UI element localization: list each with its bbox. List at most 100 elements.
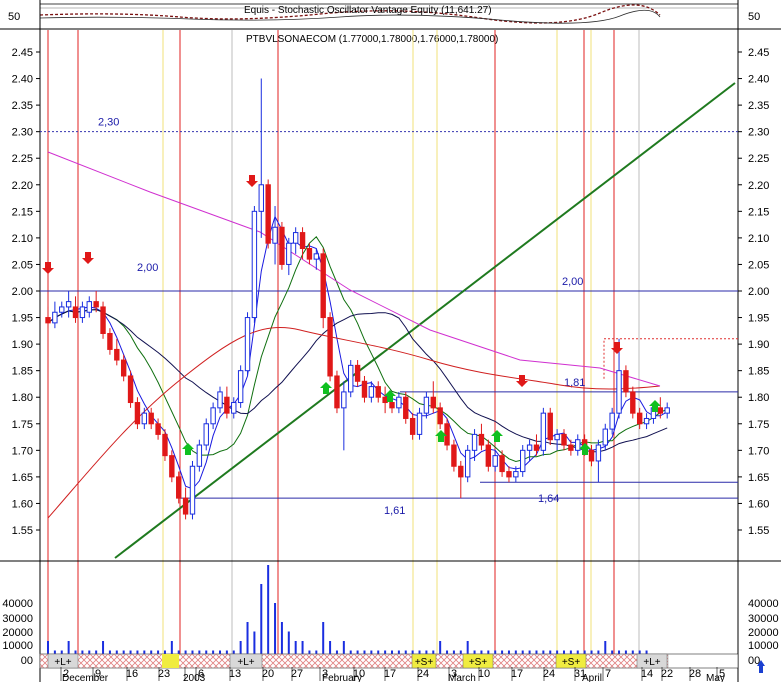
day-tick-label: 24: [417, 668, 429, 680]
volume-tick-label: 40000: [2, 598, 33, 610]
day-tick-label: 16: [126, 668, 138, 680]
price-tick-label: 2.15: [748, 206, 769, 218]
volume-tick-label: 30000: [748, 613, 779, 625]
day-tick-label: 22: [661, 668, 673, 680]
signal-label: +L+: [643, 657, 660, 668]
candle-body: [100, 306, 106, 334]
candle-body: [451, 444, 457, 467]
candle-body: [210, 407, 216, 425]
candle-body: [588, 449, 595, 462]
candle-body: [609, 412, 615, 430]
candle-body: [368, 386, 375, 398]
price-tick-label: 1.85: [748, 366, 769, 378]
month-label: April: [582, 673, 602, 682]
volume-tick-label: 30000: [2, 613, 33, 625]
candle-body: [65, 301, 72, 308]
price-tick-label: 1.75: [748, 419, 769, 431]
day-tick-label: 27: [291, 668, 303, 680]
price-tick-label: 1.75: [12, 419, 33, 431]
candle-body: [595, 444, 602, 462]
candle-body: [354, 364, 361, 382]
candle-body: [382, 396, 388, 404]
candle-body: [547, 412, 553, 441]
candle-body: [320, 253, 326, 319]
price-tick-label: 2.30: [12, 127, 33, 139]
day-tick-label: 17: [384, 668, 396, 680]
price-tick-label: 2.35: [748, 100, 769, 112]
volume-bar: [260, 584, 263, 660]
price-tick-label: 1.65: [12, 472, 33, 484]
level-label: 1,61: [384, 505, 405, 517]
candle-body: [258, 184, 264, 212]
month-label: March: [448, 673, 476, 682]
level-label: 1,64: [538, 493, 559, 505]
security-title: PTBVLSONAECOM (1.77000,1.78000,1.76000,1…: [246, 34, 498, 45]
candle-body: [636, 412, 643, 425]
candle-body: [155, 423, 161, 435]
price-tick-label: 2.35: [12, 100, 33, 112]
candle-body: [59, 306, 65, 313]
volume-tick-label: 00: [21, 655, 33, 667]
candle-body: [162, 433, 168, 457]
candle-body: [643, 417, 650, 425]
day-tick-label: 24: [543, 668, 555, 680]
candle-body: [554, 433, 560, 441]
candle-body: [93, 301, 99, 308]
candle-body: [499, 455, 505, 473]
candle-body: [251, 210, 258, 319]
day-tick-label: 14: [641, 668, 653, 680]
price-tick-label: 2.15: [12, 206, 33, 218]
price-tick-label: 1.95: [748, 313, 769, 325]
candle-body: [437, 407, 443, 425]
candle-body: [134, 402, 141, 425]
price-tick-label: 1.65: [748, 472, 769, 484]
volume-tick-label: 20000: [748, 627, 779, 639]
volume-tick-label: 40000: [748, 598, 779, 610]
candle-body: [444, 423, 450, 446]
candle-body: [279, 226, 285, 265]
candle-body: [623, 370, 629, 393]
candle-body: [602, 428, 608, 446]
day-tick-label: 10: [478, 668, 490, 680]
candle-body: [169, 455, 175, 478]
level-label: 2,00: [137, 262, 158, 274]
candle-body: [148, 412, 154, 425]
candle-body: [403, 396, 409, 419]
price-tick-label: 2.05: [12, 259, 33, 271]
price-tick-label: 2.00: [748, 286, 769, 298]
price-tick-label: 2.25: [12, 153, 33, 165]
candle-body: [341, 391, 347, 409]
candle-body: [464, 449, 471, 478]
price-tick-label: 2.10: [12, 233, 33, 245]
month-label: 2003: [183, 673, 206, 682]
candle-body: [506, 471, 512, 478]
candle-body: [292, 232, 299, 244]
candle-body: [533, 444, 540, 451]
candle-body: [203, 423, 209, 446]
candle-body: [485, 444, 492, 467]
level-label: 2,00: [562, 276, 583, 288]
day-tick-label: 23: [158, 668, 170, 680]
price-tick-label: 1.60: [12, 498, 33, 510]
stoch-value-left: 50: [8, 11, 20, 23]
candle-body: [72, 306, 79, 319]
price-tick-label: 2.00: [12, 286, 33, 298]
price-tick-label: 1.70: [748, 445, 769, 457]
month-label: February: [322, 673, 362, 682]
candle-body: [313, 253, 320, 260]
candle-body: [389, 402, 395, 409]
candle-body: [361, 380, 368, 398]
candle-body: [630, 391, 636, 414]
candle-body: [114, 348, 120, 361]
candle-body: [107, 332, 113, 350]
volume-bar: [267, 565, 270, 660]
day-tick-label: 28: [689, 668, 701, 680]
candle-body: [272, 226, 278, 244]
candle-body: [526, 444, 533, 451]
candle-body: [52, 311, 58, 324]
month-label: December: [62, 673, 109, 682]
candle-body: [416, 412, 423, 435]
day-tick-label: 7: [605, 668, 611, 680]
candle-body: [127, 375, 134, 404]
candle-body: [299, 232, 306, 250]
